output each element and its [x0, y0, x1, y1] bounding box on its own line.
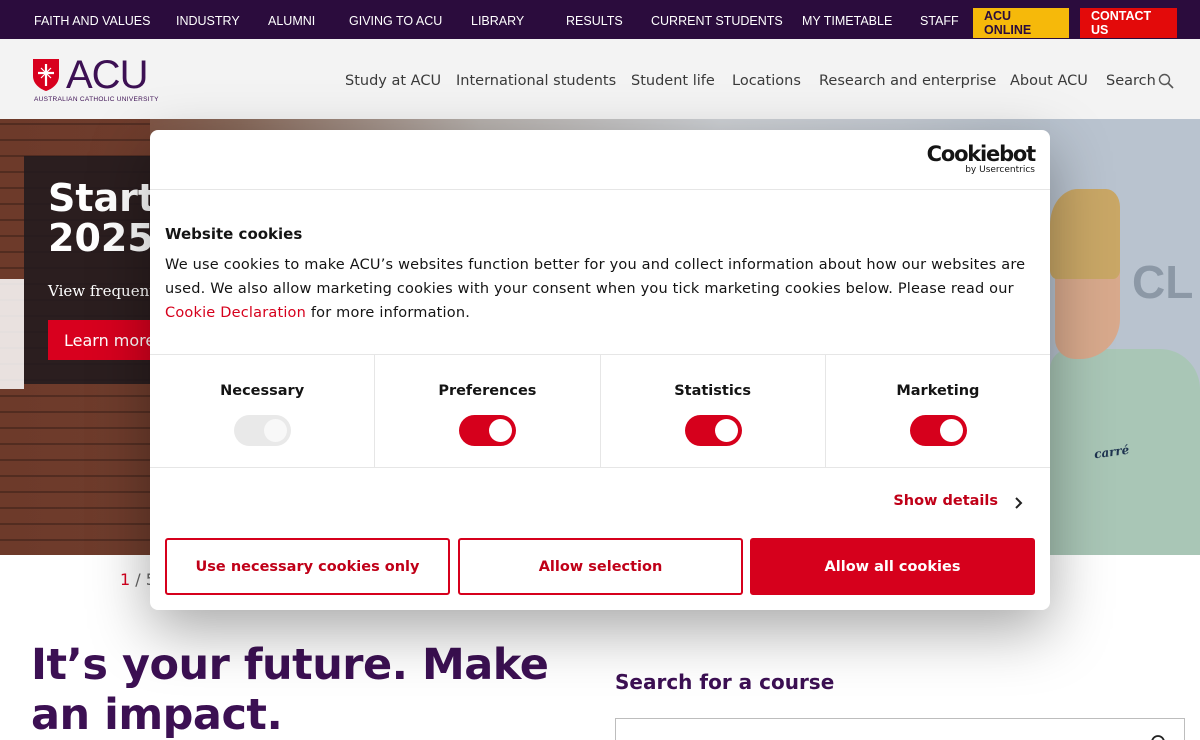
category-statistics: Statistics [601, 355, 826, 467]
toggle-knob [714, 419, 738, 442]
topbar-link-results[interactable]: RESULTS [566, 14, 623, 28]
topbar-link-timetable[interactable]: MY TIMETABLE [802, 14, 892, 28]
nav-study[interactable]: Study at ACU [345, 73, 441, 89]
nav-international[interactable]: International students [456, 73, 616, 89]
cookiebot-byline: by Usercentrics [965, 165, 1035, 175]
nav-about[interactable]: About ACU [1010, 73, 1088, 89]
page-tagline: It’s your future. Make an impact. [31, 640, 549, 740]
search-icon[interactable] [1158, 73, 1174, 89]
show-details-label: Show details [893, 493, 998, 509]
cookie-text-outro: for more information. [306, 305, 471, 321]
main-header: ACU AUSTRALIAN CATHOLIC UNIVERSITY Study… [0, 39, 1200, 119]
hero-sign-text: CL [1132, 256, 1194, 308]
marketing-toggle[interactable] [909, 415, 967, 446]
preferences-toggle[interactable] [459, 415, 517, 446]
topbar-link-staff[interactable]: STAFF [920, 14, 959, 28]
topbar-link-faith[interactable]: FAITH AND VALUES [34, 14, 150, 28]
course-search-input[interactable] [615, 718, 1185, 740]
nav-research[interactable]: Research and enterprise [819, 73, 996, 89]
topbar-link-giving[interactable]: GIVING TO ACU [349, 14, 442, 28]
toggle-knob [264, 419, 288, 442]
topbar-link-industry[interactable]: INDUSTRY [176, 14, 240, 28]
cookiebot-logo[interactable]: Cookiebot by Usercentrics [926, 142, 1037, 175]
logo-wordmark: ACU [66, 53, 148, 97]
hero-card: Start 2025 View frequentl Learn more [24, 156, 164, 384]
cookie-dialog-text: We use cookies to make ACU’s websites fu… [165, 253, 1035, 325]
learn-more-button[interactable]: Learn more [48, 320, 164, 360]
category-label: Preferences [438, 383, 537, 399]
cookie-declaration-link[interactable]: Cookie Declaration [165, 305, 306, 321]
cookie-dialog-header: Cookiebot by Usercentrics [150, 130, 1050, 190]
contact-us-button[interactable]: CONTACT US [1080, 8, 1177, 38]
cookie-consent-dialog: Cookiebot by Usercentrics Website cookie… [150, 130, 1050, 610]
cookie-categories: Necessary Preferences Statistics Marketi… [150, 354, 1050, 468]
pager-current: 1 [120, 570, 131, 589]
category-necessary: Necessary [150, 355, 376, 467]
topbar-link-alumni[interactable]: ALUMNI [268, 14, 315, 28]
allow-all-cookies-button[interactable]: Allow all cookies [750, 538, 1035, 595]
nav-student-life[interactable]: Student life [631, 73, 715, 89]
nav-locations[interactable]: Locations [732, 73, 801, 89]
logo-subtitle: AUSTRALIAN CATHOLIC UNIVERSITY [34, 96, 159, 103]
hero-title: Start 2025 [48, 176, 157, 260]
allow-selection-button[interactable]: Allow selection [458, 538, 743, 595]
topbar-link-current-students[interactable]: CURRENT STUDENTS [651, 14, 783, 28]
category-label: Statistics [674, 383, 752, 399]
utility-bar: FAITH AND VALUES INDUSTRY ALUMNI GIVING … [0, 0, 1200, 39]
cookie-text-intro: We use cookies to make ACU’s websites fu… [165, 257, 1026, 297]
shield-icon [33, 59, 59, 91]
chevron-right-icon[interactable] [1014, 496, 1024, 510]
hero-side-panel [0, 279, 24, 389]
toggle-knob [939, 419, 963, 442]
course-search-icon[interactable] [1150, 734, 1170, 740]
toggle-knob [489, 419, 513, 442]
acu-logo[interactable]: ACU AUSTRALIAN CATHOLIC UNIVERSITY [32, 53, 159, 103]
cookie-dialog-title: Website cookies [165, 225, 303, 243]
acu-online-button[interactable]: ACU ONLINE [973, 8, 1069, 38]
topbar-link-library[interactable]: LIBRARY [471, 14, 524, 28]
hero-subtitle: View frequentl [48, 282, 161, 300]
nav-search[interactable]: Search [1106, 73, 1156, 89]
statistics-toggle[interactable] [684, 415, 742, 446]
category-marketing: Marketing [826, 355, 1050, 467]
category-label: Marketing [896, 383, 980, 399]
hero-person-hair [1050, 189, 1120, 279]
course-search-heading: Search for a course [615, 670, 835, 694]
use-necessary-only-button[interactable]: Use necessary cookies only [165, 538, 450, 595]
category-preferences: Preferences [375, 355, 601, 467]
necessary-toggle [234, 415, 292, 446]
show-details-link[interactable]: Show details [893, 493, 998, 509]
category-label: Necessary [220, 383, 305, 399]
cookiebot-wordmark: Cookiebot [926, 142, 1037, 166]
